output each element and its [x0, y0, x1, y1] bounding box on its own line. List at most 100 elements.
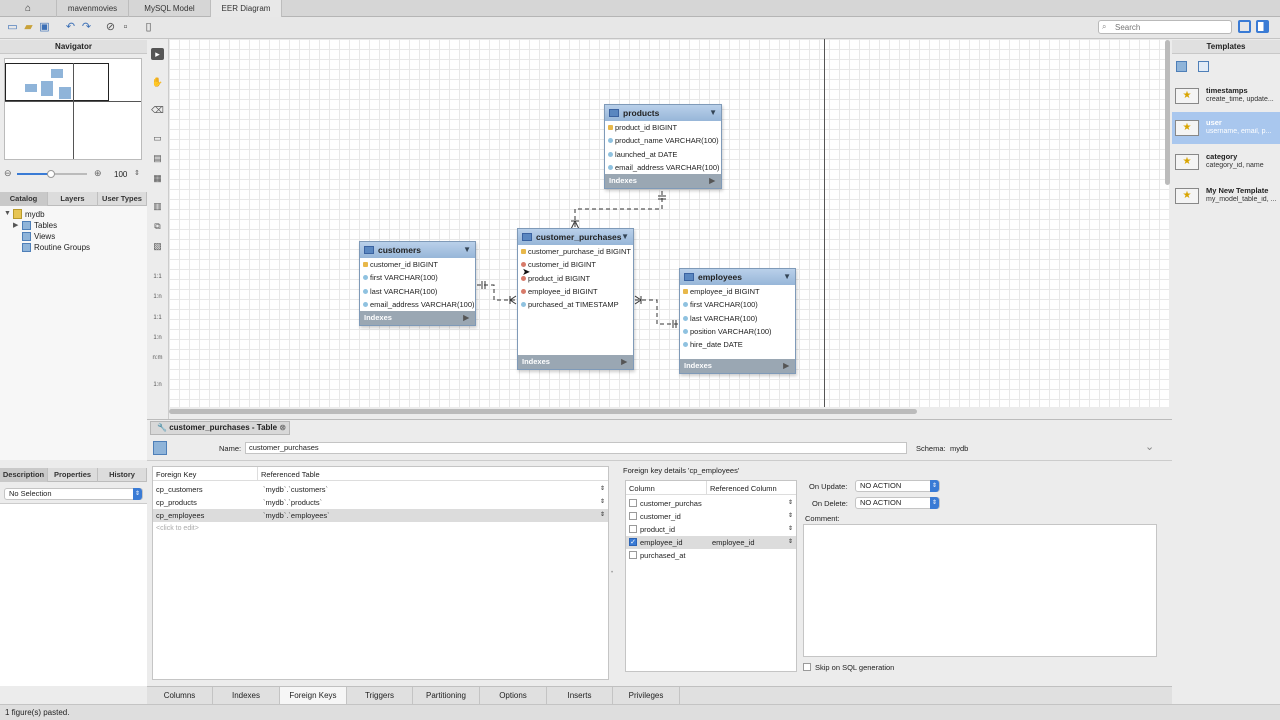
indexes-section[interactable]: Indexes ▶: [680, 359, 795, 374]
tab-privileges[interactable]: Privileges: [613, 687, 680, 704]
add-template-icon[interactable]: [1176, 61, 1187, 72]
tab-indexes[interactable]: Indexes: [213, 687, 280, 704]
fk-row[interactable]: cp_products `mydb`.`products` ⇕: [153, 496, 608, 509]
splitter-handle[interactable]: •: [611, 570, 613, 576]
tab-columns[interactable]: Columns: [147, 687, 213, 704]
table-header[interactable]: products ▼: [605, 105, 721, 121]
column-checkbox[interactable]: [629, 525, 637, 533]
stepper-icon[interactable]: ⇕: [600, 483, 605, 496]
collapse-arrow-icon[interactable]: ▼: [621, 229, 629, 245]
toggle-grid-icon[interactable]: ⊘: [104, 21, 117, 34]
zoom-in-icon[interactable]: ⊕: [94, 168, 102, 179]
stepper-icon[interactable]: ⇕: [788, 523, 793, 536]
template-category[interactable]: ★ category category_id, name: [1172, 146, 1280, 178]
search-input[interactable]: [1098, 20, 1232, 34]
stepper-icon[interactable]: ⇕: [600, 509, 605, 522]
table-column[interactable]: email_address VARCHAR(100): [360, 298, 475, 311]
view-tool-icon[interactable]: ⧉: [151, 220, 164, 232]
tree-item-views[interactable]: Views: [34, 232, 55, 241]
tab-catalog[interactable]: Catalog: [0, 192, 48, 206]
table-header[interactable]: customers ▼: [360, 242, 475, 258]
table-column[interactable]: last VARCHAR(100): [680, 312, 795, 325]
template-user[interactable]: ★ user username, email, p...: [1172, 112, 1280, 144]
tab-mavenmovies[interactable]: mavenmovies: [57, 0, 129, 17]
relation-n-m-icon[interactable]: n:m: [151, 352, 164, 364]
table-tool-icon[interactable]: ▥: [151, 200, 164, 212]
table-column[interactable]: product_name VARCHAR(100): [605, 134, 721, 147]
table-customer-purchases[interactable]: customer_purchases ▼ customer_purchase_id…: [517, 228, 634, 371]
collapse-arrow-icon[interactable]: ▼: [783, 269, 791, 285]
routine-tool-icon[interactable]: ▧: [151, 240, 164, 252]
close-tab-icon[interactable]: ⊗: [279, 423, 286, 432]
tab-mysql-model[interactable]: MySQL Model: [129, 0, 211, 17]
tab-user-types[interactable]: User Types: [98, 192, 147, 206]
fk-column-row[interactable]: product_id ⇕: [626, 523, 796, 536]
table-column[interactable]: first VARCHAR(100): [680, 298, 795, 311]
table-column[interactable]: employee_id BIGINT: [518, 285, 633, 298]
table-column[interactable]: customer_id BIGINT: [518, 258, 633, 271]
editor-tab[interactable]: 🔧 customer_purchases - Table ⊗: [150, 421, 290, 435]
stepper-icon[interactable]: ⇕: [788, 536, 793, 549]
edit-template-icon[interactable]: [1198, 61, 1209, 72]
relation-products-purchases[interactable]: [574, 191, 663, 229]
tab-properties[interactable]: Properties: [48, 468, 98, 482]
tab-home[interactable]: ⌂: [0, 0, 57, 17]
table-column[interactable]: customer_id BIGINT: [360, 258, 475, 271]
fk-row-selected[interactable]: cp_employees `mydb`.`employees` ⇕: [153, 509, 608, 522]
template-my-new-template[interactable]: ★ My New Template my_model_table_id, ...: [1172, 180, 1280, 212]
new-document-icon[interactable]: ▭: [6, 21, 19, 34]
relation-existing-columns-icon[interactable]: 1:n: [151, 379, 164, 391]
tab-foreign-keys[interactable]: Foreign Keys: [280, 687, 347, 704]
table-column[interactable]: purchased_at TIMESTAMP: [518, 298, 633, 311]
tab-history[interactable]: History: [98, 468, 147, 482]
column-checkbox[interactable]: [629, 551, 637, 559]
tab-layers[interactable]: Layers: [48, 192, 98, 206]
indexes-section[interactable]: Indexes ▶: [605, 174, 721, 189]
stepper-icon[interactable]: ⇕: [788, 510, 793, 523]
on-delete-select[interactable]: NO ACTION ⇕: [855, 497, 940, 509]
fk-column-row-selected[interactable]: ✓ employee_id employee_id ⇕: [626, 536, 796, 549]
layer-tool-icon[interactable]: ▭: [151, 132, 164, 144]
zoom-out-icon[interactable]: ⊖: [4, 168, 12, 179]
table-column[interactable]: first VARCHAR(100): [360, 271, 475, 284]
expand-arrow-icon[interactable]: ▼: [4, 210, 11, 217]
align-icon[interactable]: ▫: [119, 21, 132, 34]
expand-arrow-icon[interactable]: ▶: [13, 221, 18, 229]
tab-partitioning[interactable]: Partitioning: [413, 687, 480, 704]
tab-inserts[interactable]: Inserts: [547, 687, 613, 704]
tab-options[interactable]: Options: [480, 687, 547, 704]
tree-item-routine-groups[interactable]: Routine Groups: [34, 243, 90, 252]
eer-diagram-canvas[interactable]: products ▼ product_id BIGINT product_name…: [169, 39, 1169, 407]
stepper-icon[interactable]: ⇕: [600, 496, 605, 509]
on-update-select[interactable]: NO ACTION ⇕: [855, 480, 940, 492]
tab-eer-diagram[interactable]: EER Diagram: [211, 0, 282, 17]
fk-add-row[interactable]: <click to edit>: [153, 522, 608, 535]
stepper-icon[interactable]: ⇕: [788, 497, 793, 510]
zoom-stepper-icon[interactable]: ⇕: [134, 169, 140, 177]
indexes-section[interactable]: Indexes ▶: [518, 355, 633, 370]
pointer-tool-icon[interactable]: ▸: [151, 48, 164, 60]
schema-mydb[interactable]: mydb: [25, 210, 45, 219]
table-column[interactable]: launched_at DATE: [605, 148, 721, 161]
table-column[interactable]: customer_purchase_id BIGINT: [518, 245, 633, 258]
relation-1-1-nonid-icon[interactable]: 1:1: [151, 312, 164, 324]
relation-1-1-icon[interactable]: 1:1: [151, 271, 164, 283]
column-checkbox[interactable]: [629, 512, 637, 520]
table-column[interactable]: product_id BIGINT: [605, 121, 721, 134]
fk-column-row[interactable]: customer_id ⇕: [626, 510, 796, 523]
skip-sql-checkbox[interactable]: [803, 663, 811, 671]
collapse-arrow-icon[interactable]: ▼: [463, 242, 471, 258]
eraser-tool-icon[interactable]: ⌫: [151, 104, 164, 116]
fk-column-row[interactable]: customer_purchas ⇕: [626, 497, 796, 510]
column-checkbox[interactable]: [629, 499, 637, 507]
note-tool-icon[interactable]: ▤: [151, 152, 164, 164]
undo-icon[interactable]: ↶: [64, 21, 77, 34]
zoom-slider[interactable]: [17, 170, 87, 178]
zoom-level[interactable]: 100: [114, 170, 127, 179]
selection-dropdown[interactable]: No Selection ⇕: [4, 488, 143, 500]
open-folder-icon[interactable]: ▰: [22, 21, 35, 34]
fk-row[interactable]: cp_customers `mydb`.`customers` ⇕: [153, 483, 608, 496]
indexes-section[interactable]: Indexes ▶: [360, 311, 475, 326]
tree-item-tables[interactable]: Tables: [34, 221, 57, 230]
table-header[interactable]: employees ▼: [680, 269, 795, 285]
